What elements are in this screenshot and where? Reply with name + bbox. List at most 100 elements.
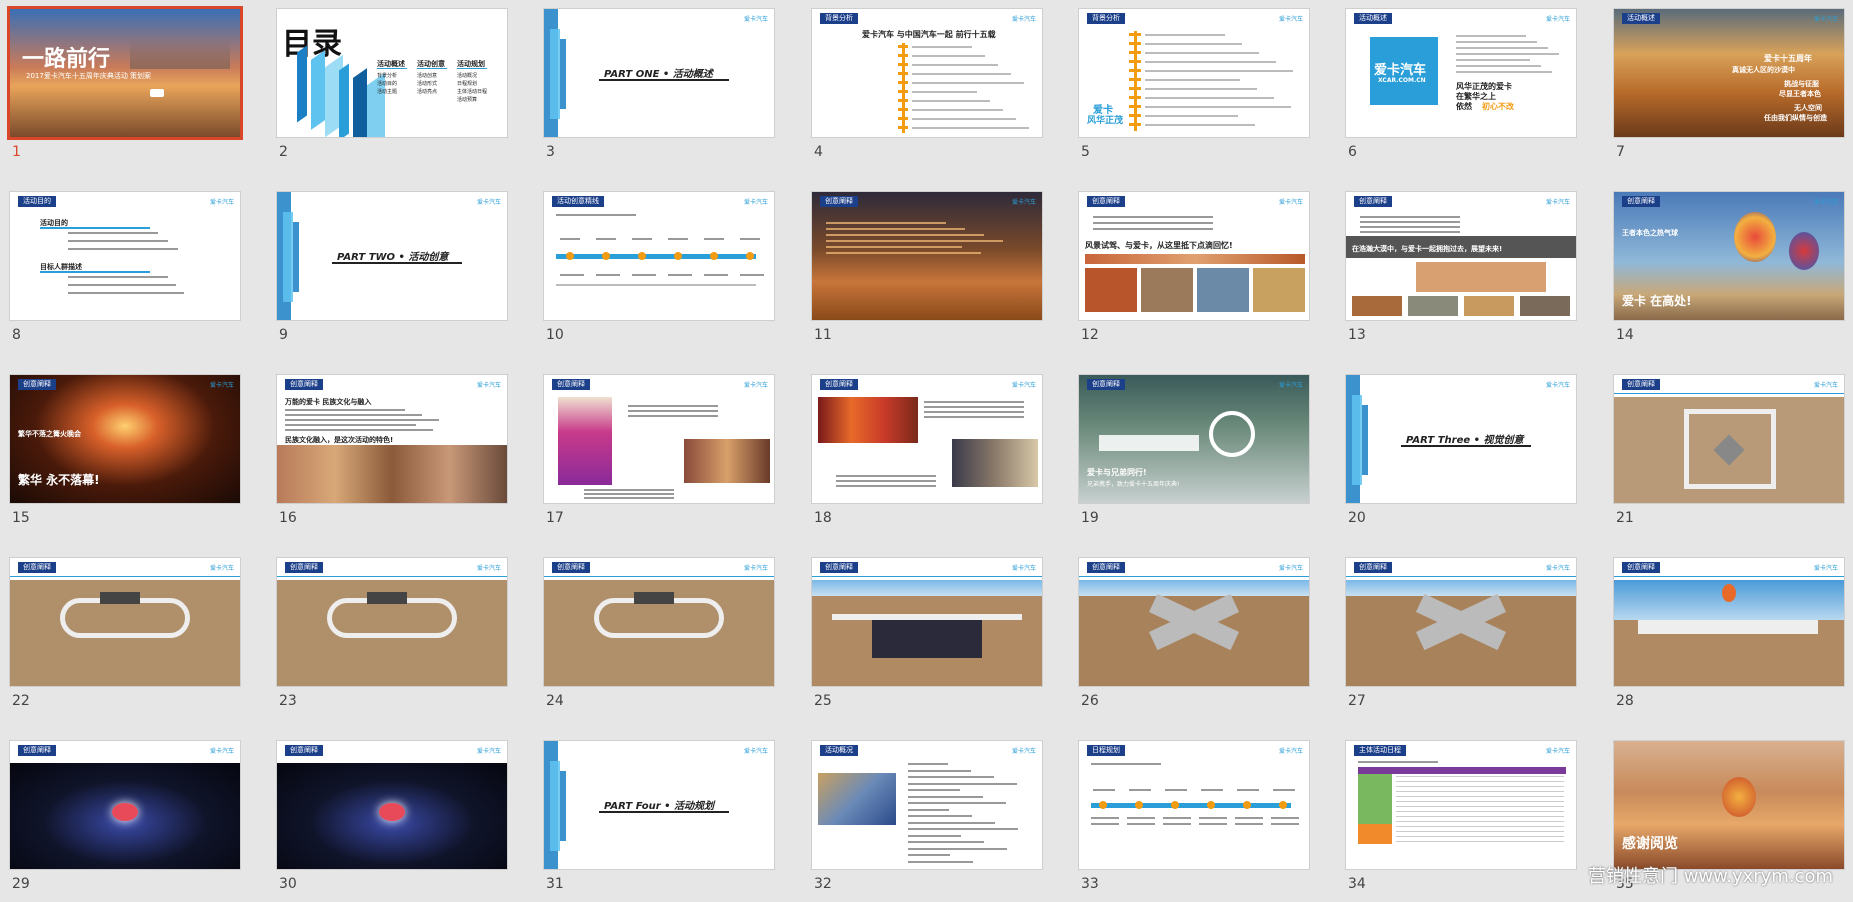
slide-thumbnail-1[interactable]: 一路前行 2017爱卡汽车十五周年庆典活动 策划案 (7, 6, 243, 140)
slide-thumbnail-35[interactable]: 感谢阅览 (1613, 740, 1845, 870)
timeline-text (912, 127, 1029, 129)
text-line (1165, 789, 1187, 791)
slide-number: 26 (1081, 693, 1099, 709)
cover-subtitle: 2017爱卡汽车十五周年庆典活动 策划案 (26, 72, 152, 80)
timeline-dot (1207, 801, 1215, 809)
slide-cell: 活动目的 爱卡汽车 活动目的 目标人群描述 8 (0, 183, 268, 353)
text-line (1093, 216, 1213, 218)
slide-number: 27 (1348, 693, 1366, 709)
slide-thumbnail-12[interactable]: 创意阐释 爱卡汽车 风景试驾、与爱卡，从这里抵下点滴回忆! (1078, 191, 1310, 321)
slide-thumbnail-22[interactable]: 创意阐释 爱卡汽车 (9, 557, 241, 687)
slide-cell: 创意阐释 爱卡汽车 28 (1604, 549, 1853, 719)
slide-thumbnail-5[interactable]: 背景分析 爱卡汽车 爱卡 风华正茂 (1078, 8, 1310, 138)
slide-header: 创意阐释 (1087, 562, 1125, 573)
text-line (704, 274, 728, 276)
slide-header: 活动概述 (1354, 13, 1392, 24)
photo-tile (1352, 296, 1402, 316)
toc-item: 活动形式 (417, 81, 438, 87)
slide-thumbnail-30[interactable]: 创意阐释 爱卡汽车 (276, 740, 508, 870)
slide-thumbnail-17[interactable]: 创意阐释 爱卡汽车 (543, 374, 775, 504)
slide-number: 17 (546, 510, 564, 526)
slide-thumbnail-10[interactable]: 活动创意精线 爱卡汽车 (543, 191, 775, 321)
slogan-line: 无人空间 (1794, 104, 1822, 112)
slide-thumbnail-20[interactable]: PART Three • 视觉创意 爱卡汽车 (1345, 374, 1577, 504)
slide-thumbnail-2[interactable]: 目录 活动概述 背景分析 活动目的 活动主题 活动创意 活动创意 活动形式 活动亮点 活动规划 活动… (276, 8, 508, 138)
timeline-tick (898, 54, 908, 57)
slide-thumbnail-18[interactable]: 创意阐释 爱卡汽车 (811, 374, 1043, 504)
toc-item: 活动预算 (457, 97, 478, 103)
slide-cell: 创意阐释 爱卡汽车 29 (0, 732, 268, 902)
slide-cell: 创意阐释 爱卡汽车 18 (802, 366, 1070, 536)
slogan: 在浩瀚大漠中，与爱卡一起拥抱过去，展望未来! (1352, 245, 1503, 253)
slide-brand: 爱卡汽车 (1813, 565, 1838, 572)
slide-thumbnail-15[interactable]: 创意阐释 爱卡汽车 繁华不落之篝火晚会 繁华 永不落幕! (9, 374, 241, 504)
slide-cell: 创意阐释 爱卡汽车 30 (267, 732, 535, 902)
slide-thumbnail-9[interactable]: PART TWO • 活动创意 爱卡汽车 (276, 191, 508, 321)
text-line (584, 493, 674, 495)
slide-thumbnail-34[interactable]: 主体活动日程 爱卡汽车 (1345, 740, 1577, 870)
text-line (1163, 817, 1191, 819)
slide-thumbnail-3[interactable]: PART ONE • 活动概述 爱卡汽车 (543, 8, 775, 138)
slide-thumbnail-31[interactable]: PART Four • 活动规划 爱卡汽车 (543, 740, 775, 870)
slide-brand: 爱卡汽车 (1813, 382, 1838, 389)
decor-stripe (560, 39, 566, 109)
text-line (908, 815, 972, 817)
slide-thumbnail-8[interactable]: 活动目的 爱卡汽车 活动目的 目标人群描述 (9, 191, 241, 321)
slide-brand: 爱卡汽车 (1813, 199, 1838, 206)
slide-thumbnail-25[interactable]: 创意阐释 爱卡汽车 (811, 557, 1043, 687)
stage (634, 592, 674, 604)
slide-thumbnail-6[interactable]: 活动概述 爱卡汽车 爱卡汽车 XCAR.COM.CN 风华正茂的爱卡 在繁华之上 依然 初心不… (1345, 8, 1577, 138)
toc-item: 活动概况 (457, 73, 478, 79)
text-line (1237, 789, 1259, 791)
slide-cell: 创意阐释 爱卡汽车 爱卡与兄弟同行! 兄弟携手，致力爱卡十五周年庆典! 19 (1069, 366, 1337, 536)
slide-thumbnail-16[interactable]: 创意阐释 爱卡汽车 万能的爱卡 民族文化与融入 民族文化融入，是这次活动的特色! (276, 374, 508, 504)
sign-letters (1099, 435, 1199, 451)
text-line (1360, 231, 1460, 233)
slide-thumbnail-26[interactable]: 创意阐释 爱卡汽车 (1078, 557, 1310, 687)
slide-thumbnail-24[interactable]: 创意阐释 爱卡汽车 (543, 557, 775, 687)
table-row (1396, 796, 1564, 797)
sky (1346, 580, 1576, 596)
car (150, 89, 164, 97)
timeline-tick (898, 45, 908, 48)
part-line (332, 262, 462, 264)
slide-thumbnail-4[interactable]: 背景分析 爱卡汽车 爱卡汽车 与中国汽车一起 前行十五载 (811, 8, 1043, 138)
light-center (112, 803, 138, 821)
timeline-tick (1129, 78, 1141, 81)
slide-brand: 爱卡汽车 (1278, 565, 1303, 572)
slide-thumbnail-32[interactable]: 活动概况 爱卡汽车 (811, 740, 1043, 870)
table-row (1396, 816, 1564, 817)
slide-thumbnail-19[interactable]: 创意阐释 爱卡汽车 爱卡与兄弟同行! 兄弟携手，致力爱卡十五周年庆典! (1078, 374, 1310, 504)
slide-thumbnail-14[interactable]: 创意阐释 爱卡汽车 王者本色之热气球 爱卡 在高处! (1613, 191, 1845, 321)
slide-number: 33 (1081, 876, 1099, 892)
slide-thumbnail-28[interactable]: 创意阐释 爱卡汽车 (1613, 557, 1845, 687)
timeline-text (1145, 52, 1259, 54)
timeline-text (1145, 106, 1291, 108)
timeline-tick (898, 108, 908, 111)
slide-thumbnail-33[interactable]: 日程规划 爱卡汽车 (1078, 740, 1310, 870)
slide-thumbnail-21[interactable]: 创意阐释 爱卡汽车 (1613, 374, 1845, 504)
text-line (628, 410, 718, 412)
slide-thumbnail-23[interactable]: 创意阐释 爱卡汽车 (276, 557, 508, 687)
text-line (584, 489, 674, 491)
slide-header: 背景分析 (820, 13, 858, 24)
slide-thumbnail-11[interactable]: 创意阐释 爱卡汽车 (811, 191, 1043, 321)
text-line (908, 854, 950, 856)
text-line (704, 238, 724, 240)
text-line (908, 834, 961, 837)
subtitle: 王者本色之热气球 (1622, 229, 1678, 237)
decor-stripe (353, 68, 367, 137)
slide-header: 创意阐释 (820, 196, 858, 207)
sky (1079, 580, 1309, 596)
slide-thumbnail-29[interactable]: 创意阐释 爱卡汽车 (9, 740, 241, 870)
slide-thumbnail-27[interactable]: 创意阐释 爱卡汽车 (1345, 557, 1577, 687)
slide-thumbnail-7[interactable]: 活动概述 爱卡汽车 爱卡十五周年 真诚无人区的沙漠中 挑战与征服 尽显王者本色 无人空间 任由… (1613, 8, 1845, 138)
decor-stripe (1352, 395, 1362, 485)
slide-cell: 创意阐释 爱卡汽车 繁华不落之篝火晚会 繁华 永不落幕! 15 (0, 366, 268, 536)
slide-brand: 爱卡汽车 (209, 748, 234, 755)
slide-cell: PART ONE • 活动概述 爱卡汽车 3 (534, 0, 802, 170)
slide-cell: 创意阐释 爱卡汽车 24 (534, 549, 802, 719)
light-center (379, 803, 405, 821)
slide-thumbnail-13[interactable]: 创意阐释 爱卡汽车 在浩瀚大漠中，与爱卡一起拥抱过去，展望未来! (1345, 191, 1577, 321)
slide-cell: 主体活动日程 爱卡汽车 34 (1336, 732, 1604, 902)
